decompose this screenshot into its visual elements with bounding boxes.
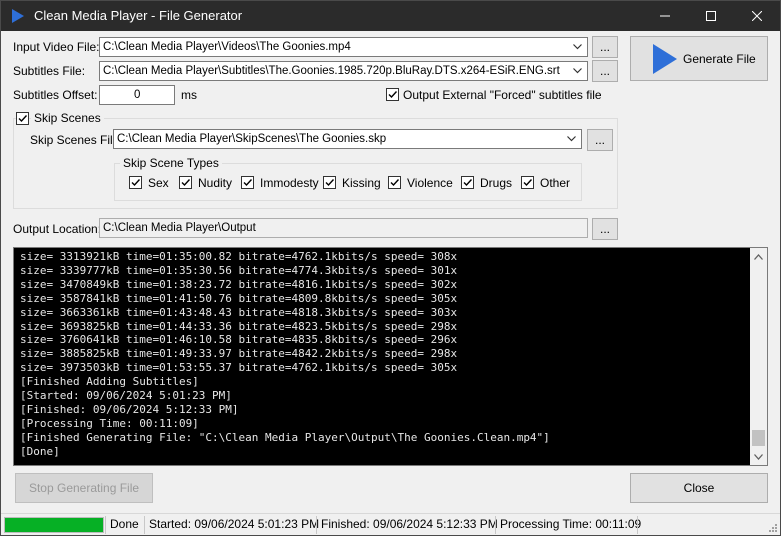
console-line: size= 3587841kB time=01:41:50.76 bitrate… [20,291,458,305]
chevron-down-icon[interactable] [569,38,585,56]
type-kissing-label[interactable]: Kissing [342,176,381,190]
subtitles-combo[interactable]: C:\Clean Media Player\Subtitles\The.Goon… [99,61,588,81]
type-drugs-label[interactable]: Drugs [480,176,512,190]
offset-unit-label: ms [181,88,197,102]
type-immodesty-label[interactable]: Immodesty [260,176,319,190]
type-other-label[interactable]: Other [540,176,570,190]
type-nudity-checkbox[interactable] [179,176,192,189]
status-started: Started: 09/06/2024 5:01:23 PM [144,516,319,534]
checkmark-icon [181,179,191,187]
skip-scenes-file-combo[interactable]: C:\Clean Media Player\SkipScenes\The Goo… [113,129,582,149]
type-sex-label[interactable]: Sex [148,176,169,190]
console-line: size= 3663361kB time=01:43:48.43 bitrate… [20,305,458,319]
input-video-label: Input Video File: [13,40,100,54]
skip-scenes-label[interactable]: Skip Scenes [31,111,104,125]
title-bar[interactable]: Clean Media Player - File Generator [1,1,780,31]
app-play-icon [10,8,26,24]
checkmark-icon [18,115,28,123]
console-line: size= 3693825kB time=01:44:33.36 bitrate… [20,319,458,333]
checkmark-icon [131,179,141,187]
close-icon [752,11,762,21]
forced-subtitles-label[interactable]: Output External "Forced" subtitles file [403,88,602,102]
status-processing-time: Processing Time: 00:11:09 [495,516,641,534]
subtitles-offset-input[interactable]: 0 [99,85,175,105]
checkmark-icon [523,179,533,187]
console-line: [Processing Time: 00:11:09] [20,416,199,430]
forced-subtitles-checkbox[interactable] [386,88,399,101]
console-output[interactable]: size= 3313921kB time=01:35:00.82 bitrate… [13,247,768,466]
console-line: [Started: 09/06/2024 5:01:23 PM] [20,389,232,403]
type-sex-checkbox[interactable] [129,176,142,189]
skip-scene-types-label: Skip Scene Types [120,156,222,170]
type-immodesty-checkbox[interactable] [241,176,254,189]
status-bar: Done Started: 09/06/2024 5:01:23 PM Fini… [1,513,780,535]
scroll-up-arrow-icon[interactable] [750,248,767,265]
input-video-value: C:\Clean Media Player\Videos\The Goonies… [103,41,351,53]
scrollbar-thumb[interactable] [752,430,765,446]
chevron-down-icon[interactable] [569,62,585,80]
close-window-button[interactable] [734,1,780,31]
maximize-button[interactable] [688,1,734,31]
scroll-down-arrow-icon[interactable] [750,448,767,465]
console-line: [Finished Generating File: "C:\Clean Med… [20,430,550,444]
type-violence-checkbox[interactable] [388,176,401,189]
subtitles-label: Subtitles File: [13,64,86,78]
console-line: [Finished Adding Subtitles] [20,375,199,389]
console-line: size= 3470849kB time=01:38:23.72 bitrate… [20,277,458,291]
output-location-input[interactable]: C:\Clean Media Player\Output [99,218,588,238]
checkmark-icon [388,91,398,99]
status-finished: Finished: 09/06/2024 5:12:33 PM [316,516,498,534]
maximize-icon [706,11,716,21]
subtitles-offset-label: Subtitles Offset: [13,88,98,102]
console-line: size= 3760641kB time=01:46:10.58 bitrate… [20,333,458,347]
minimize-button[interactable] [642,1,688,31]
console-line: [Done] [20,444,60,458]
console-scrollbar[interactable] [750,248,767,465]
console-line: size= 3885825kB time=01:49:33.97 bitrate… [20,347,458,361]
browse-subtitles-button[interactable]: ... [592,60,618,82]
status-state: Done [105,516,139,534]
skip-scenes-checkbox[interactable] [16,112,29,125]
checkmark-icon [325,179,335,187]
console-line: [Finished: 09/06/2024 5:12:33 PM] [20,402,239,416]
type-nudity-label[interactable]: Nudity [198,176,232,190]
play-icon [653,43,677,74]
status-divider [637,516,642,534]
type-other-checkbox[interactable] [521,176,534,189]
chevron-down-icon[interactable] [563,130,579,148]
browse-skip-scenes-button[interactable]: ... [587,129,613,151]
console-line: size= 3973503kB time=01:53:55.37 bitrate… [20,361,458,375]
subtitles-offset-value: 0 [134,89,141,101]
generate-file-label: Generate File [683,51,756,66]
console-line: size= 3313921kB time=01:35:00.82 bitrate… [20,250,458,263]
type-violence-label[interactable]: Violence [407,176,453,190]
resize-grip-icon[interactable] [768,523,778,533]
window-title: Clean Media Player - File Generator [34,8,243,23]
skip-scenes-file-value: C:\Clean Media Player\SkipScenes\The Goo… [117,133,387,145]
type-kissing-checkbox[interactable] [323,176,336,189]
console-lines: size= 3313921kB time=01:35:00.82 bitrate… [20,250,750,459]
browse-output-button[interactable]: ... [592,218,618,240]
progress-bar [4,517,104,533]
minimize-icon [660,15,670,17]
console-line: size= 3339777kB time=01:35:30.56 bitrate… [20,263,458,277]
checkmark-icon [463,179,473,187]
type-drugs-checkbox[interactable] [461,176,474,189]
close-button[interactable]: Close [630,473,768,503]
output-location-label: Output Location: [13,222,102,236]
checkmark-icon [243,179,253,187]
stop-generating-button[interactable]: Stop Generating File [15,473,153,503]
input-video-combo[interactable]: C:\Clean Media Player\Videos\The Goonies… [99,37,588,57]
browse-input-video-button[interactable]: ... [592,36,618,58]
skip-scenes-file-label: Skip Scenes File: [30,133,123,147]
subtitles-value: C:\Clean Media Player\Subtitles\The.Goon… [103,65,560,77]
generate-file-button[interactable]: Generate File [630,36,768,81]
progress-fill [5,518,103,532]
checkmark-icon [390,179,400,187]
output-location-value: C:\Clean Media Player\Output [103,222,256,234]
file-generator-window: Clean Media Player - File Generator Inpu… [0,0,781,536]
